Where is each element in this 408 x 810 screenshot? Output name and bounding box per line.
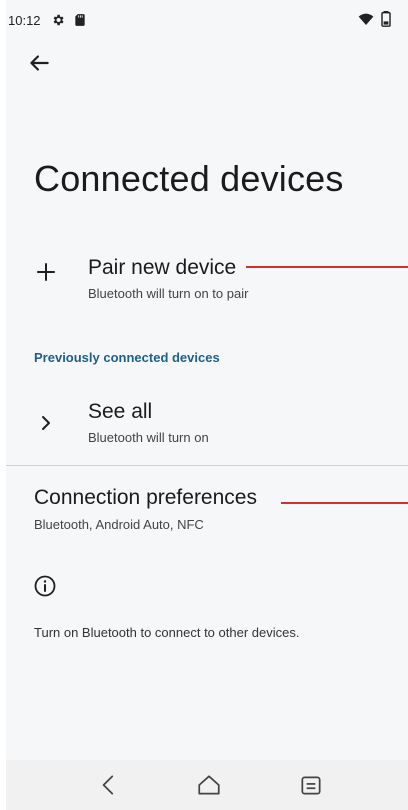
recents-nav-icon[interactable] [298,772,324,798]
arrow-back-icon[interactable] [26,50,52,76]
settings-screen: 10:12 Connected devices Pair new device [0,0,408,810]
battery-icon [381,11,391,27]
status-time: 10:12 [8,12,41,28]
chevron-right-icon [42,416,50,430]
see-all-title: See all [88,400,153,423]
gear-icon [53,14,64,26]
wifi-icon [358,13,374,25]
pair-new-device-row[interactable]: Pair new device Bluetooth will turn on t… [0,240,408,310]
back-nav-icon[interactable] [96,772,122,798]
pair-new-device-title: Pair new device [88,256,237,279]
annotation-line [281,502,408,504]
status-bar: 10:12 [0,0,408,40]
see-all-row[interactable]: See all Bluetooth will turn on [0,390,408,460]
connection-preferences-title: Connection preferences [34,486,257,509]
see-all-subtitle: Bluetooth will turn on [88,430,209,445]
section-header-previously-connected: Previously connected devices [34,350,220,365]
home-nav-icon[interactable] [196,772,222,798]
status-right [358,11,392,27]
page-title: Connected devices [34,158,344,199]
connection-preferences-row[interactable]: Connection preferences Bluetooth, Androi… [0,480,408,546]
info-text: Turn on Bluetooth to connect to other de… [34,625,300,640]
divider [6,465,408,466]
connection-preferences-subtitle: Bluetooth, Android Auto, NFC [34,517,204,532]
pair-new-device-subtitle: Bluetooth will turn on to pair [88,286,249,301]
info-icon [34,575,56,597]
sd-card-icon [74,14,85,26]
annotation-line [246,266,408,268]
navigation-bar [6,760,408,810]
plus-icon [37,263,55,281]
